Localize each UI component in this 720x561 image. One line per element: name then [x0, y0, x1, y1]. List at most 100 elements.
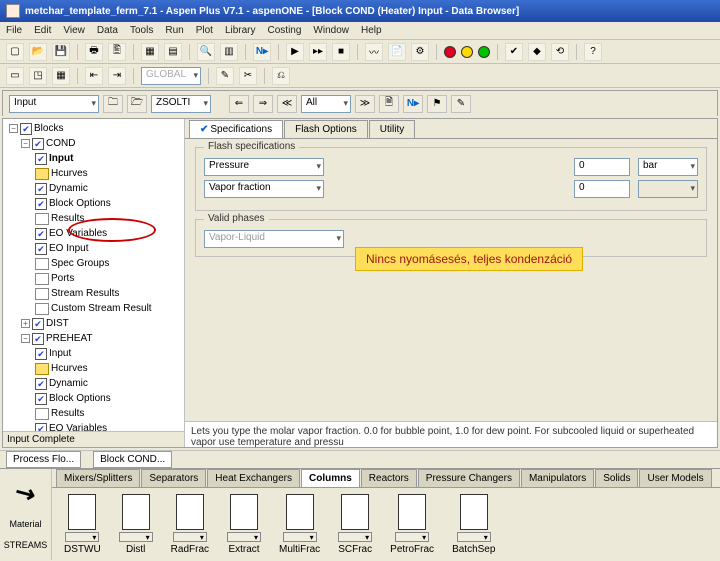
- ptab-manip[interactable]: Manipulators: [521, 469, 594, 487]
- status-green-icon[interactable]: [478, 46, 490, 58]
- ptab-user[interactable]: User Models: [639, 469, 711, 487]
- save-icon[interactable]: 💾: [52, 43, 70, 61]
- table-icon[interactable]: ▦: [141, 43, 159, 61]
- comp-icon[interactable]: ◆: [528, 43, 546, 61]
- ptab-mixers[interactable]: Mixers/Splitters: [56, 469, 140, 487]
- sheet-icon[interactable]: 📄: [388, 43, 406, 61]
- menu-tools[interactable]: Tools: [130, 25, 153, 36]
- back-icon[interactable]: ⇐: [229, 95, 249, 113]
- tree-cond-results[interactable]: Results: [51, 213, 84, 224]
- tree-cond[interactable]: COND: [46, 138, 75, 149]
- align-left-icon[interactable]: ⇤: [85, 67, 103, 85]
- model-scfrac[interactable]: ▾SCFrac: [338, 494, 372, 555]
- next-browser-icon[interactable]: N▸: [403, 95, 423, 113]
- browser-icon[interactable]: ▥: [220, 43, 238, 61]
- valid-phases-select[interactable]: Vapor-Liquid: [204, 230, 344, 248]
- chart-icon[interactable]: ▤: [164, 43, 182, 61]
- nav-tree[interactable]: −✔Blocks −✔COND ✔Input Hcurves ✔Dynamic …: [3, 119, 184, 431]
- tree-cond-blockopt[interactable]: Block Options: [49, 198, 111, 209]
- first-icon[interactable]: ≪: [277, 95, 297, 113]
- tab-utility[interactable]: Utility: [369, 120, 415, 138]
- tree-dist[interactable]: DIST: [46, 318, 69, 329]
- menu-library[interactable]: Library: [225, 25, 256, 36]
- status-red-icon[interactable]: [444, 46, 456, 58]
- print-icon[interactable]: 🖶: [85, 43, 103, 61]
- spec1-type-select[interactable]: Pressure: [204, 158, 324, 176]
- zoom-combo[interactable]: GLOBAL: [141, 67, 201, 85]
- manip-icon[interactable]: ⚙: [411, 43, 429, 61]
- tree-pre-hcurves[interactable]: Hcurves: [51, 363, 88, 374]
- spec2-value-field[interactable]: 0: [574, 180, 630, 198]
- ptab-reactors[interactable]: Reactors: [361, 469, 417, 487]
- menu-file[interactable]: File: [6, 25, 22, 36]
- bookmark-icon[interactable]: ⚑: [427, 95, 447, 113]
- menu-run[interactable]: Run: [165, 25, 183, 36]
- tool-a-icon[interactable]: ✎: [216, 67, 234, 85]
- ptab-pressure[interactable]: Pressure Changers: [418, 469, 520, 487]
- step-icon[interactable]: ▸▸: [309, 43, 327, 61]
- tree-cond-ports[interactable]: Ports: [51, 273, 74, 284]
- tree-pre-input[interactable]: Input: [49, 348, 71, 359]
- spec2-unit-select[interactable]: [638, 180, 698, 198]
- up-icon[interactable]: 🗁: [127, 95, 147, 113]
- menu-help[interactable]: Help: [361, 25, 382, 36]
- play-icon[interactable]: ▶: [286, 43, 304, 61]
- model-distl[interactable]: ▾Distl: [119, 494, 153, 555]
- tree-cond-eoinp[interactable]: EO Input: [49, 243, 88, 254]
- tree-cond-dynamic[interactable]: Dynamic: [49, 183, 88, 194]
- help-icon[interactable]: ?: [584, 43, 602, 61]
- tab-block-cond[interactable]: Block COND...: [93, 451, 172, 468]
- mag-icon[interactable]: 🗎: [379, 95, 399, 113]
- model-petrofrac[interactable]: ▾PetroFrac: [390, 494, 434, 555]
- model-multifrac[interactable]: ▾MultiFrac: [279, 494, 320, 555]
- ptab-solids[interactable]: Solids: [595, 469, 638, 487]
- tree-cond-csr[interactable]: Custom Stream Result: [51, 303, 152, 314]
- tree-cond-eovar[interactable]: EO Variables: [49, 228, 107, 239]
- tree-pre-eovar[interactable]: EO Variables: [49, 423, 107, 431]
- tree-cond-spec[interactable]: Spec Groups: [51, 258, 109, 269]
- tree-cond-sr[interactable]: Stream Results: [51, 288, 119, 299]
- palette-stream[interactable]: ↘ Material STREAMS: [0, 469, 52, 560]
- ptab-separators[interactable]: Separators: [141, 469, 206, 487]
- spec2-type-select[interactable]: Vapor fraction: [204, 180, 324, 198]
- status-yellow-icon[interactable]: [461, 46, 473, 58]
- last-icon[interactable]: ≫: [355, 95, 375, 113]
- tree-preheat[interactable]: PREHEAT: [46, 333, 93, 344]
- model-extract[interactable]: ▾Extract: [227, 494, 261, 555]
- user-combo[interactable]: ZSOLTI: [151, 95, 211, 113]
- fwd-icon[interactable]: ⇒: [253, 95, 273, 113]
- find-icon[interactable]: 🔍: [197, 43, 215, 61]
- tree-pre-blockopt[interactable]: Block Options: [49, 393, 111, 404]
- menu-view[interactable]: View: [63, 25, 85, 36]
- spec1-unit-select[interactable]: bar: [638, 158, 698, 176]
- check-icon[interactable]: ✔: [505, 43, 523, 61]
- scope-combo[interactable]: Input: [9, 95, 99, 113]
- stop-icon[interactable]: ■: [332, 43, 350, 61]
- tree-cond-input[interactable]: Input: [49, 153, 73, 164]
- menu-edit[interactable]: Edit: [34, 25, 51, 36]
- gallery-icon[interactable]: ▦: [52, 67, 70, 85]
- menu-window[interactable]: Window: [313, 25, 349, 36]
- stream-icon[interactable]: 〰: [365, 43, 383, 61]
- model-batchsep[interactable]: ▾BatchSep: [452, 494, 495, 555]
- tool-b-icon[interactable]: ✂: [239, 67, 257, 85]
- obj-icon[interactable]: ◳: [29, 67, 47, 85]
- model-dstwu[interactable]: ▾DSTWU: [64, 494, 101, 555]
- tree-pre-dynamic[interactable]: Dynamic: [49, 378, 88, 389]
- menu-data[interactable]: Data: [97, 25, 118, 36]
- next-icon[interactable]: N▸: [253, 43, 271, 61]
- frame-icon[interactable]: ▭: [6, 67, 24, 85]
- open-icon[interactable]: 📂: [29, 43, 47, 61]
- reconcile-icon[interactable]: ⟲: [551, 43, 569, 61]
- new-icon[interactable]: ▢: [6, 43, 24, 61]
- tree-cond-hcurves[interactable]: Hcurves: [51, 168, 88, 179]
- filter-combo[interactable]: All: [301, 95, 351, 113]
- model-radfrac[interactable]: ▾RadFrac: [171, 494, 209, 555]
- tab-specifications[interactable]: ✔Specifications: [189, 120, 283, 138]
- ptab-heatex[interactable]: Heat Exchangers: [207, 469, 300, 487]
- align-right-icon[interactable]: ⇥: [108, 67, 126, 85]
- ptab-columns[interactable]: Columns: [301, 469, 360, 487]
- audit-icon[interactable]: ✎: [451, 95, 471, 113]
- tree-pre-results[interactable]: Results: [51, 408, 84, 419]
- tree-blocks[interactable]: Blocks: [34, 123, 63, 134]
